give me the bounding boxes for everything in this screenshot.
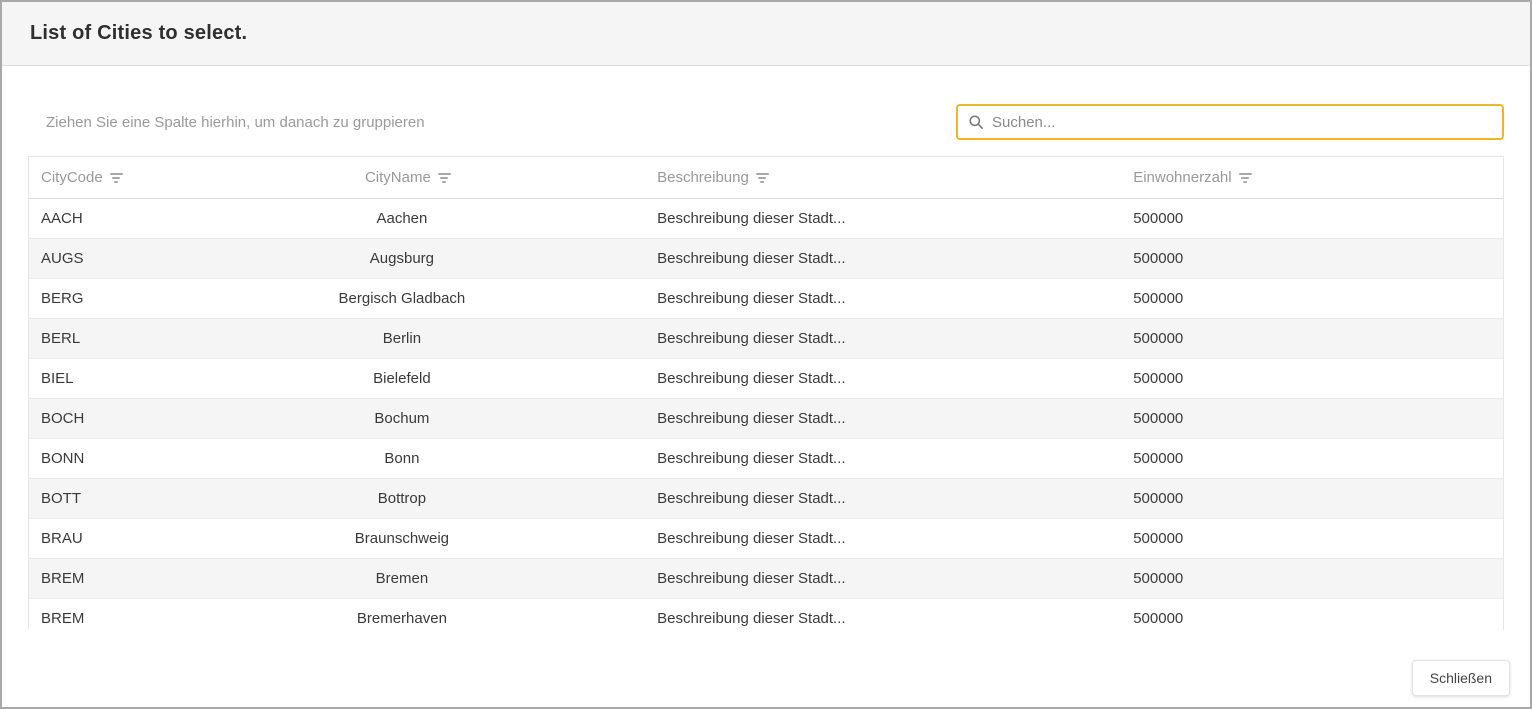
group-panel-placeholder[interactable]: Ziehen Sie eine Spalte hierhin, um danac… <box>28 114 425 131</box>
cell-pop: 500000 <box>1121 358 1503 398</box>
cell-pop: 500000 <box>1121 598 1503 630</box>
dialog-titlebar: List of Cities to select. <box>2 2 1530 66</box>
table-row[interactable]: BOTTBottropBeschreibung dieser Stadt...5… <box>29 478 1503 518</box>
cell-desc: Beschreibung dieser Stadt... <box>645 358 1121 398</box>
dialog-footer: Schließen <box>2 630 1530 707</box>
cell-name: Bielefeld <box>159 358 645 398</box>
cell-pop: 500000 <box>1121 438 1503 478</box>
cell-desc: Beschreibung dieser Stadt... <box>645 198 1121 238</box>
cell-desc: Beschreibung dieser Stadt... <box>645 518 1121 558</box>
data-grid: CityCode CityName Beschreibung Einwohnerzah… <box>28 156 1504 630</box>
cell-name: Berlin <box>159 318 645 358</box>
search-input[interactable] <box>992 114 1492 131</box>
table-row[interactable]: BREMBremenBeschreibung dieser Stadt...50… <box>29 558 1503 598</box>
cell-code: BOCH <box>29 398 159 438</box>
cell-name: Bonn <box>159 438 645 478</box>
cell-code: BREM <box>29 558 159 598</box>
column-header-desc[interactable]: Beschreibung <box>645 157 1121 198</box>
cell-pop: 500000 <box>1121 398 1503 438</box>
table-row[interactable]: AUGSAugsburgBeschreibung dieser Stadt...… <box>29 238 1503 278</box>
grid-toolbar: Ziehen Sie eine Spalte hierhin, um danac… <box>28 104 1504 140</box>
table-row[interactable]: BONNBonnBeschreibung dieser Stadt...5000… <box>29 438 1503 478</box>
table-row[interactable]: BIELBielefeldBeschreibung dieser Stadt..… <box>29 358 1503 398</box>
column-header-code[interactable]: CityCode <box>29 157 159 198</box>
cell-desc: Beschreibung dieser Stadt... <box>645 398 1121 438</box>
filter-icon[interactable] <box>756 171 769 183</box>
cell-desc: Beschreibung dieser Stadt... <box>645 598 1121 630</box>
cell-name: Bochum <box>159 398 645 438</box>
cell-code: BERL <box>29 318 159 358</box>
column-header-name[interactable]: CityName <box>159 157 645 198</box>
cell-code: BRAU <box>29 518 159 558</box>
cell-name: Augsburg <box>159 238 645 278</box>
cell-code: BOTT <box>29 478 159 518</box>
cell-name: Bremerhaven <box>159 598 645 630</box>
table-row[interactable]: AACHAachenBeschreibung dieser Stadt...50… <box>29 198 1503 238</box>
cell-pop: 500000 <box>1121 198 1503 238</box>
cell-name: Bergisch Gladbach <box>159 278 645 318</box>
cell-code: AUGS <box>29 238 159 278</box>
cell-desc: Beschreibung dieser Stadt... <box>645 238 1121 278</box>
column-label: Beschreibung <box>657 169 749 186</box>
cell-code: BREM <box>29 598 159 630</box>
column-label: CityCode <box>41 169 103 186</box>
cell-desc: Beschreibung dieser Stadt... <box>645 438 1121 478</box>
close-button[interactable]: Schließen <box>1412 660 1510 696</box>
cell-desc: Beschreibung dieser Stadt... <box>645 318 1121 358</box>
cell-code: BIEL <box>29 358 159 398</box>
column-header-pop[interactable]: Einwohnerzahl <box>1121 157 1503 198</box>
column-label: Einwohnerzahl <box>1133 169 1231 186</box>
filter-icon[interactable] <box>438 171 451 183</box>
cell-pop: 500000 <box>1121 518 1503 558</box>
column-label: CityName <box>365 169 431 186</box>
page-title: List of Cities to select. <box>30 22 247 45</box>
cell-name: Bottrop <box>159 478 645 518</box>
cell-pop: 500000 <box>1121 318 1503 358</box>
cell-name: Aachen <box>159 198 645 238</box>
cell-code: BERG <box>29 278 159 318</box>
cell-desc: Beschreibung dieser Stadt... <box>645 278 1121 318</box>
cell-pop: 500000 <box>1121 238 1503 278</box>
table-row[interactable]: BOCHBochumBeschreibung dieser Stadt...50… <box>29 398 1503 438</box>
cell-pop: 500000 <box>1121 478 1503 518</box>
cell-name: Braunschweig <box>159 518 645 558</box>
cell-code: AACH <box>29 198 159 238</box>
dialog-content: Ziehen Sie eine Spalte hierhin, um danac… <box>2 66 1530 630</box>
table-row[interactable]: BERLBerlinBeschreibung dieser Stadt...50… <box>29 318 1503 358</box>
cell-pop: 500000 <box>1121 278 1503 318</box>
table-row[interactable]: BRAUBraunschweigBeschreibung dieser Stad… <box>29 518 1503 558</box>
cell-name: Bremen <box>159 558 645 598</box>
cities-dialog: List of Cities to select. Ziehen Sie ein… <box>0 0 1532 709</box>
cell-desc: Beschreibung dieser Stadt... <box>645 478 1121 518</box>
search-icon <box>968 114 984 130</box>
cell-code: BONN <box>29 438 159 478</box>
filter-icon[interactable] <box>1239 171 1252 183</box>
filter-icon[interactable] <box>110 171 123 183</box>
grid-header: CityCode CityName Beschreibung Einwohnerzah… <box>29 157 1503 198</box>
table-row[interactable]: BERGBergisch GladbachBeschreibung dieser… <box>29 278 1503 318</box>
table-row[interactable]: BREMBremerhavenBeschreibung dieser Stadt… <box>29 598 1503 630</box>
cell-pop: 500000 <box>1121 558 1503 598</box>
cell-desc: Beschreibung dieser Stadt... <box>645 558 1121 598</box>
search-box[interactable] <box>956 104 1504 140</box>
